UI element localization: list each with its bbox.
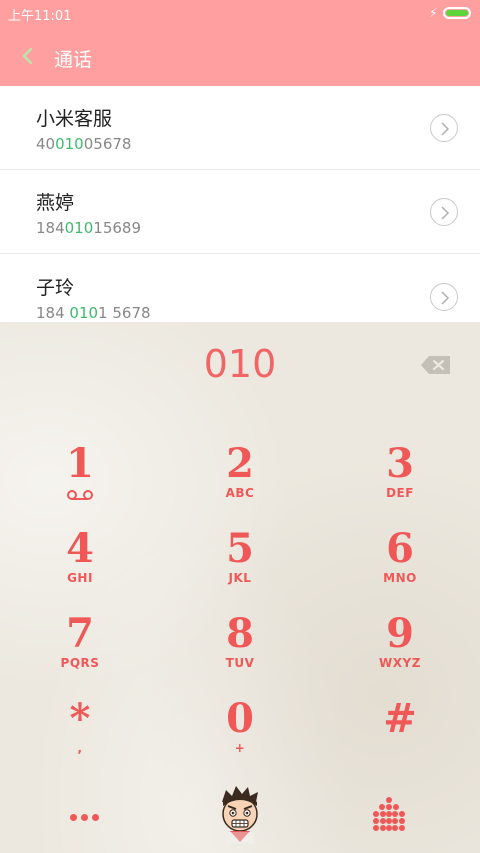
chevron-left-icon <box>22 47 33 65</box>
voicemail-icon <box>67 490 93 500</box>
back-button[interactable] <box>14 42 42 70</box>
key-digit: 5 <box>226 525 254 572</box>
key-letters: MNO <box>383 571 417 585</box>
battery-fill <box>446 10 468 16</box>
key-digit: 6 <box>386 525 414 572</box>
dialed-number: 010 <box>203 342 277 386</box>
key-8[interactable]: 8 TUV <box>180 612 300 688</box>
key-digit: 2 <box>226 440 254 487</box>
match-highlight: 010 <box>55 135 84 153</box>
match-highlight: 010 <box>64 219 94 237</box>
dialpad-grid-icon <box>373 797 405 831</box>
contact-number: 4001005678 <box>36 135 132 153</box>
key-letters: ABC <box>225 486 255 500</box>
chevron-right-icon <box>441 206 450 220</box>
key-letters: , <box>77 741 83 755</box>
more-dots-icon <box>70 814 77 821</box>
delete-button[interactable] <box>420 355 452 375</box>
page-title: 通话 <box>54 49 93 71</box>
charging-bolt-icon: ⚡ <box>429 6 438 20</box>
key-4[interactable]: 4 GHI <box>20 527 140 603</box>
key-3[interactable]: 3 DEF <box>340 442 460 518</box>
key-7[interactable]: 7 PQRS <box>20 612 140 688</box>
key-letters: GHI <box>67 571 93 585</box>
key-5[interactable]: 5 JKL <box>180 527 300 603</box>
contact-row[interactable]: 燕婷 18401015689 <box>0 170 480 254</box>
key-digit: 9 <box>386 610 414 657</box>
dialpad-toggle-button[interactable] <box>372 796 406 832</box>
key-0[interactable]: 0 + <box>180 697 300 773</box>
key-2[interactable]: 2 ABC <box>180 442 300 518</box>
chevron-right-icon <box>441 291 450 305</box>
key-9[interactable]: 9 WXYZ <box>340 612 460 688</box>
contact-details-button[interactable] <box>430 198 458 226</box>
key-letters: DEF <box>386 486 414 500</box>
key-digit: 0 <box>226 695 254 742</box>
more-options-button[interactable] <box>70 806 110 821</box>
key-letters: WXYZ <box>379 656 421 670</box>
cartoon-face-icon <box>222 786 258 844</box>
key-digit: # <box>383 695 417 742</box>
contact-details-button[interactable] <box>430 114 458 142</box>
status-bar: 上午11:01 ⚡ <box>0 0 480 28</box>
contact-number: 18401015689 <box>36 219 141 237</box>
contact-number: 184 0101 5678 <box>36 304 151 322</box>
contact-name: 燕婷 <box>36 192 75 214</box>
title-bar: 通话 <box>0 28 480 86</box>
key-letters: PQRS <box>60 656 100 670</box>
key-letters: TUV <box>225 656 255 670</box>
contact-details-button[interactable] <box>430 283 458 311</box>
contact-name: 小米客服 <box>36 108 113 130</box>
key-digit: 1 <box>66 440 94 487</box>
contact-row[interactable]: 小米客服 4001005678 <box>0 86 480 170</box>
key-letters: + <box>234 741 246 755</box>
key-digit: 7 <box>66 610 94 657</box>
match-highlight: 010 <box>69 304 99 322</box>
key-digit: * <box>69 695 91 742</box>
key-6[interactable]: 6 MNO <box>340 527 460 603</box>
chevron-right-icon <box>441 122 450 136</box>
dial-pad: 010 1 2 ABC 3 DEF 4 GHI 5 JKL 6 MNO 7 PQ… <box>0 322 480 853</box>
contact-row[interactable]: 子玲 184 0101 5678 <box>0 255 480 322</box>
key-hash[interactable]: # <box>340 697 460 773</box>
key-star[interactable]: * , <box>20 697 140 773</box>
call-button[interactable] <box>216 784 264 846</box>
key-digit: 8 <box>226 610 254 657</box>
key-letters: JKL <box>228 571 252 585</box>
key-digit: 4 <box>66 525 94 572</box>
key-1[interactable]: 1 <box>20 442 140 518</box>
battery-icon <box>443 7 471 19</box>
contact-list: 小米客服 4001005678 燕婷 18401015689 子玲 184 01… <box>0 86 480 322</box>
status-time: 上午11:01 <box>8 9 72 24</box>
contact-name: 子玲 <box>36 277 75 299</box>
backspace-icon <box>421 356 450 374</box>
key-digit: 3 <box>386 440 414 487</box>
